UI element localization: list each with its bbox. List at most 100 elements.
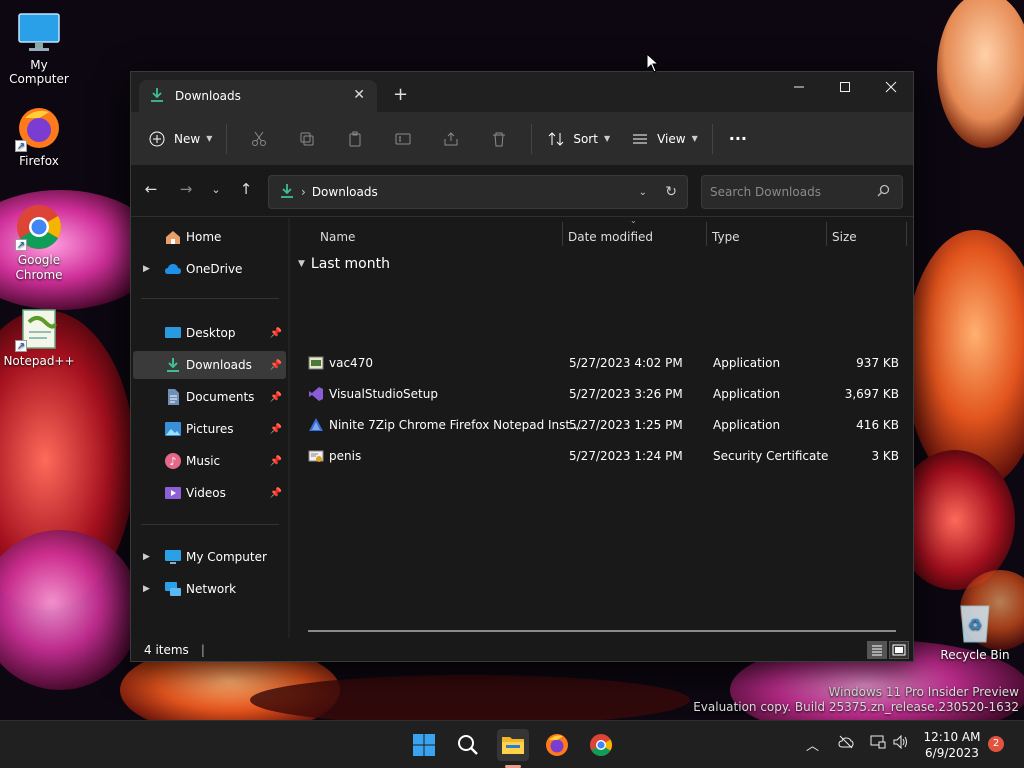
taskbar-search-button[interactable] bbox=[452, 729, 484, 761]
show-hidden-icons-button[interactable]: ︿ bbox=[806, 735, 819, 754]
paste-button[interactable] bbox=[339, 123, 371, 155]
rename-button[interactable] bbox=[387, 123, 419, 155]
horizontal-scrollbar[interactable] bbox=[308, 630, 896, 632]
cut-button[interactable] bbox=[243, 123, 275, 155]
file-date: 5/27/2023 4:02 PM bbox=[569, 356, 683, 370]
sidebar-item-home[interactable]: Home bbox=[133, 223, 286, 251]
column-header-date[interactable]: Date modified bbox=[568, 222, 653, 252]
volume-icon[interactable] bbox=[893, 734, 909, 753]
table-row[interactable]: vac470 5/27/2023 4:02 PM Application 937… bbox=[290, 348, 914, 379]
pin-icon: 📌 bbox=[269, 455, 282, 467]
chevron-down-icon: ▼ bbox=[691, 134, 698, 143]
search-input[interactable]: Search Downloads bbox=[701, 175, 903, 209]
sidebar-item-label: Videos bbox=[186, 486, 226, 500]
sidebar-item-label: Documents bbox=[186, 390, 255, 404]
sidebar-item-downloads[interactable]: Downloads 📌 bbox=[133, 351, 286, 379]
chevron-right-icon[interactable]: ▶ bbox=[143, 584, 150, 594]
recent-locations-button[interactable]: ⌄ bbox=[204, 177, 228, 201]
arrow-right-icon: → bbox=[179, 180, 193, 198]
clock-date: 6/9/2023 bbox=[925, 746, 979, 760]
sidebar-item-network[interactable]: ▶ Network bbox=[133, 575, 286, 603]
share-button[interactable] bbox=[435, 123, 467, 155]
svg-text:♪: ♪ bbox=[169, 455, 176, 468]
taskbar-firefox[interactable] bbox=[541, 729, 573, 761]
title-bar: Downloads ✕ + bbox=[131, 72, 913, 112]
column-header-size[interactable]: Size bbox=[832, 222, 857, 252]
sidebar-item-pictures[interactable]: Pictures 📌 bbox=[133, 415, 286, 443]
desktop-icon-label: Firefox bbox=[19, 154, 59, 168]
tab-downloads[interactable]: Downloads ✕ bbox=[139, 80, 377, 112]
file-size: 416 KB bbox=[856, 418, 899, 432]
sort-button[interactable]: Sort ▼ bbox=[548, 123, 610, 155]
notification-badge[interactable]: 2 bbox=[988, 736, 1004, 752]
monitor-icon bbox=[15, 8, 63, 56]
close-window-button[interactable] bbox=[868, 72, 914, 102]
close-tab-icon[interactable]: ✕ bbox=[353, 87, 365, 103]
chevron-down-icon: ▼ bbox=[206, 134, 213, 143]
sidebar-item-videos[interactable]: Videos 📌 bbox=[133, 479, 286, 507]
desktop-icon-firefox[interactable]: ↗ Firefox bbox=[0, 104, 78, 168]
new-tab-icon[interactable]: + bbox=[393, 84, 408, 105]
download-icon bbox=[164, 356, 182, 374]
document-icon bbox=[164, 388, 182, 406]
chevron-down-icon: ⌄ bbox=[211, 182, 221, 196]
cloud-icon bbox=[164, 260, 182, 278]
sidebar-item-music[interactable]: ♪ Music 📌 bbox=[133, 447, 286, 475]
pin-icon: 📌 bbox=[269, 327, 282, 339]
item-count: 4 items bbox=[144, 643, 189, 657]
sidebar-item-label: Pictures bbox=[186, 422, 234, 436]
address-dropdown-icon[interactable]: ⌄ bbox=[639, 187, 647, 198]
chrome-icon bbox=[590, 734, 612, 756]
sidebar-item-desktop[interactable]: Desktop 📌 bbox=[133, 319, 286, 347]
refresh-icon[interactable]: ↻ bbox=[665, 184, 677, 200]
sidebar-divider bbox=[141, 524, 279, 525]
back-button[interactable]: ← bbox=[139, 177, 163, 201]
table-row[interactable]: VisualStudioSetup 5/27/2023 3:26 PM Appl… bbox=[290, 379, 914, 410]
sidebar-item-onedrive[interactable]: ▶ OneDrive bbox=[133, 255, 286, 283]
desktop-icon-chrome[interactable]: ↗ Google Chrome bbox=[0, 203, 78, 283]
file-explorer-window: Downloads ✕ + New ▼ Sort ▼ View ▼ ··· ← … bbox=[130, 71, 914, 662]
tiles-view-button[interactable] bbox=[889, 641, 909, 659]
maximize-button[interactable] bbox=[822, 72, 868, 102]
chevron-right-icon[interactable]: ▶ bbox=[143, 264, 150, 274]
copy-button[interactable] bbox=[291, 123, 323, 155]
sort-icon bbox=[548, 131, 564, 146]
forward-button[interactable]: → bbox=[174, 177, 198, 201]
column-divider[interactable] bbox=[826, 222, 827, 246]
desktop-icon-label: Google Chrome bbox=[15, 253, 63, 282]
column-divider[interactable] bbox=[906, 222, 907, 246]
system-clock[interactable]: 12:10 AM 6/9/2023 bbox=[922, 729, 982, 761]
details-view-button[interactable] bbox=[867, 641, 887, 659]
delete-button[interactable] bbox=[483, 123, 515, 155]
chevron-down-icon: ▼ bbox=[298, 259, 305, 269]
start-button[interactable] bbox=[408, 729, 440, 761]
sidebar-item-label: My Computer bbox=[186, 550, 267, 564]
column-divider[interactable] bbox=[706, 222, 707, 246]
file-size: 3,697 KB bbox=[844, 387, 899, 401]
table-row[interactable]: Ninite 7Zip Chrome Firefox Notepad Inst.… bbox=[290, 410, 914, 441]
column-header-name[interactable]: Name bbox=[320, 222, 355, 252]
sidebar-item-my-computer[interactable]: ▶ My Computer bbox=[133, 543, 286, 571]
address-bar[interactable]: › Downloads ⌄ ↻ bbox=[268, 175, 688, 209]
breadcrumb-downloads[interactable]: Downloads bbox=[312, 185, 378, 199]
pin-icon: 📌 bbox=[269, 359, 282, 371]
svg-text:♻: ♻ bbox=[968, 615, 982, 634]
more-options-button[interactable]: ··· bbox=[729, 123, 747, 155]
new-button[interactable]: New ▼ bbox=[149, 123, 212, 155]
sidebar-item-documents[interactable]: Documents 📌 bbox=[133, 383, 286, 411]
cloud-offline-icon[interactable] bbox=[838, 735, 854, 753]
view-button[interactable]: View ▼ bbox=[632, 123, 698, 155]
desktop-icon-notepadpp[interactable]: ↗ Notepad++ bbox=[0, 304, 78, 368]
desktop-icon-recycle-bin[interactable]: ♻ Recycle Bin bbox=[936, 598, 1014, 662]
minimize-button[interactable] bbox=[776, 72, 822, 102]
up-button[interactable]: ↑ bbox=[234, 177, 258, 201]
column-header-type[interactable]: Type bbox=[712, 222, 740, 252]
column-divider[interactable] bbox=[562, 222, 563, 246]
taskbar-file-explorer[interactable] bbox=[497, 729, 529, 761]
network-status-icon[interactable] bbox=[870, 735, 886, 753]
group-header[interactable]: ▼ Last month bbox=[298, 256, 390, 272]
desktop-icon-my-computer[interactable]: My Computer bbox=[0, 8, 78, 86]
chevron-right-icon[interactable]: ▶ bbox=[143, 552, 150, 562]
taskbar-chrome[interactable] bbox=[585, 729, 617, 761]
table-row[interactable]: penis 5/27/2023 1:24 PM Security Certifi… bbox=[290, 441, 914, 472]
